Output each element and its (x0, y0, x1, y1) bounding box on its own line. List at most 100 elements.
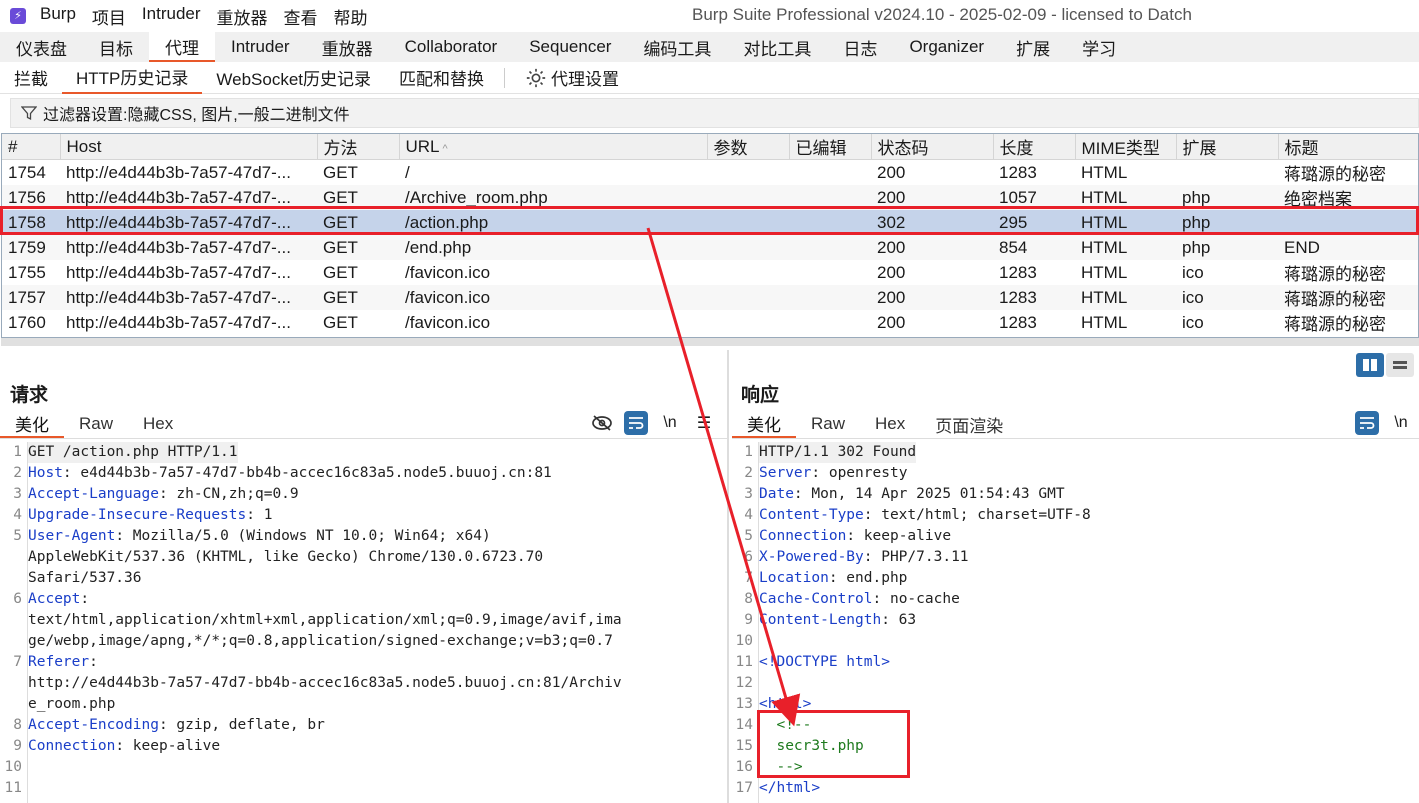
code-text: Referer: (28, 652, 98, 673)
table-row[interactable]: 1759 http://e4d44b3b-7a57-47d7-... GET/end… (2, 235, 1418, 260)
cell-mime: HTML (1075, 285, 1176, 310)
line-number: 6 (13, 591, 22, 607)
code-text: Location: end.php (759, 568, 907, 589)
hide-nonprintable-icon[interactable] (590, 411, 614, 435)
tab-organizer[interactable]: Organizer (893, 32, 1000, 62)
code-text: GET /action.php HTTP/1.1 (28, 442, 238, 463)
cell-num: 1760 (8, 312, 46, 332)
column-header-label: 标题 (1284, 139, 1319, 158)
column-header[interactable]: 标题 (1278, 134, 1418, 160)
filter-bar[interactable]: 过滤器设置:隐藏CSS, 图片,一般二进制文件 (10, 98, 1419, 128)
cell-num: 1758 (2, 210, 60, 235)
divider (504, 67, 506, 88)
tab-sequencer[interactable]: Sequencer (513, 32, 627, 62)
column-header[interactable]: MIME类型 (1075, 134, 1177, 160)
code-text: </html> (759, 778, 820, 799)
column-header[interactable]: Host (60, 134, 318, 160)
response-editor[interactable]: 1 HTTP/1.1 302 Found 2 Server: openresty 3 Da… (733, 442, 1419, 799)
column-header[interactable]: 方法 (317, 134, 400, 160)
column-header[interactable]: 长度 (993, 134, 1076, 160)
column-header[interactable]: URL ^ (399, 134, 708, 160)
menu-icon[interactable]: ☰ (692, 411, 716, 435)
menu-item-重放器[interactable]: 重放器 (217, 4, 268, 29)
line-number: 4 (13, 507, 22, 523)
code-line: 16 --> (733, 757, 1419, 778)
sub-tab-http历史记录[interactable]: HTTP历史记录 (62, 62, 203, 94)
menu-item-intruder[interactable]: Intruder (142, 4, 201, 29)
request-tab-美化[interactable]: 美化 (0, 410, 64, 438)
code-line: 12 (733, 673, 1419, 694)
tab-重放器[interactable]: 重放器 (306, 32, 389, 62)
pane-divider[interactable] (727, 350, 729, 803)
sub-tab-websocket历史记录[interactable]: WebSocket历史记录 (202, 62, 385, 94)
line-number: 7 (744, 570, 753, 586)
table-row[interactable]: 1757 http://e4d44b3b-7a57-47d7-... GET/fav… (2, 285, 1418, 310)
response-tab-页面渲染[interactable]: 页面渲染 (920, 410, 1018, 438)
cell-num: 1755 (8, 262, 46, 282)
code-token: Accept (28, 591, 81, 607)
column-header[interactable]: 扩展 (1176, 134, 1279, 160)
newline-toggle[interactable]: \n (1389, 411, 1413, 435)
wrap-lines-icon[interactable] (624, 411, 648, 435)
split-vertical-button[interactable] (1386, 353, 1414, 377)
code-token: GET /action.php HTTP/1.1 (28, 444, 238, 460)
filter-text: 过滤器设置:隐藏CSS, 图片,一般二进制文件 (43, 107, 350, 124)
code-token: Location (759, 570, 829, 586)
newline-toggle[interactable]: \n (658, 411, 682, 435)
proxy-sub-tabs: 拦截 HTTP历史记录 WebSocket历史记录 匹配和替换 代理设置 (0, 62, 1419, 94)
line-number: 1 (744, 444, 753, 460)
response-tab-美化[interactable]: 美化 (732, 410, 796, 438)
tab-编码工具[interactable]: 编码工具 (627, 32, 727, 62)
table-row[interactable]: 1758 http://e4d44b3b-7a57-47d7-... GET/act… (2, 210, 1418, 235)
cell-title: END (1278, 235, 1418, 260)
table-row[interactable]: 1756 http://e4d44b3b-7a57-47d7-... GET/Arc… (2, 185, 1418, 210)
table-row[interactable]: 1755 http://e4d44b3b-7a57-47d7-... GET/fav… (2, 260, 1418, 285)
request-tab-hex[interactable]: Hex (128, 410, 188, 438)
column-header[interactable]: 参数 (707, 134, 790, 160)
code-token: : Mozilla/5.0 (Windows NT 10.0; Win64; x… (115, 528, 491, 544)
code-text: AppleWebKit/537.36 (KHTML, like Gecko) C… (28, 547, 543, 568)
split-horizontal-button[interactable] (1356, 353, 1384, 377)
tab-对比工具[interactable]: 对比工具 (727, 32, 827, 62)
tab-扩展[interactable]: 扩展 (1000, 32, 1066, 62)
horizontal-scrollbar[interactable] (1, 338, 1419, 346)
cell-title: 绝密档案 (1278, 185, 1418, 210)
line-number: 5 (744, 528, 753, 544)
tab-代理[interactable]: 代理 (149, 32, 215, 62)
wrap-lines-icon[interactable] (1355, 411, 1379, 435)
column-header[interactable]: 已编辑 (789, 134, 872, 160)
tab-目标[interactable]: 目标 (83, 32, 149, 62)
column-header[interactable]: 状态码 (871, 134, 994, 160)
table-row[interactable]: 1760 http://e4d44b3b-7a57-47d7-... GET/fav… (2, 310, 1418, 335)
tab-学习[interactable]: 学习 (1066, 32, 1132, 62)
sub-tab-list: 拦截 HTTP历史记录 WebSocket历史记录 匹配和替换 (0, 62, 498, 94)
code-line: 5 Connection: keep-alive (733, 526, 1419, 547)
tab-仪表盘[interactable]: 仪表盘 (0, 32, 83, 62)
cell-title: 蒋璐源的秘密 (1284, 165, 1386, 184)
menu-item-帮助[interactable]: 帮助 (334, 4, 368, 29)
sub-tab-匹配和替换[interactable]: 匹配和替换 (385, 62, 498, 94)
line-number: 11 (735, 654, 753, 670)
code-token: Content-Type (759, 507, 864, 523)
code-token: http://e4d44b3b-7a57-47d7-bb4b-accec16c8… (28, 675, 622, 691)
tab-intruder[interactable]: Intruder (215, 32, 306, 62)
menu-item-项目[interactable]: 项目 (92, 4, 126, 29)
column-header[interactable]: # (2, 134, 61, 160)
code-token: : no-cache (872, 591, 960, 607)
sub-tab-拦截[interactable]: 拦截 (0, 62, 62, 94)
proxy-settings-button[interactable]: 代理设置 (511, 62, 633, 94)
code-text: Cache-Control: no-cache (759, 589, 960, 610)
table-row[interactable]: 1754 http://e4d44b3b-7a57-47d7-... GET / 200… (2, 160, 1418, 186)
menu-item-burp[interactable]: Burp (40, 4, 76, 29)
cell-method: GET (317, 210, 399, 235)
tab-collaborator[interactable]: Collaborator (389, 32, 514, 62)
cell-method: GET (317, 235, 399, 260)
response-tab-hex[interactable]: Hex (860, 410, 920, 438)
cell-status: 200 (871, 235, 993, 260)
cell-mime: HTML (1075, 235, 1176, 260)
response-tab-raw[interactable]: Raw (796, 410, 860, 438)
request-editor[interactable]: 1 GET /action.php HTTP/1.1 2 Host: e4d44b3b… (2, 442, 724, 799)
tab-日志[interactable]: 日志 (827, 32, 893, 62)
request-tab-raw[interactable]: Raw (64, 410, 128, 438)
menu-item-查看[interactable]: 查看 (284, 4, 318, 29)
